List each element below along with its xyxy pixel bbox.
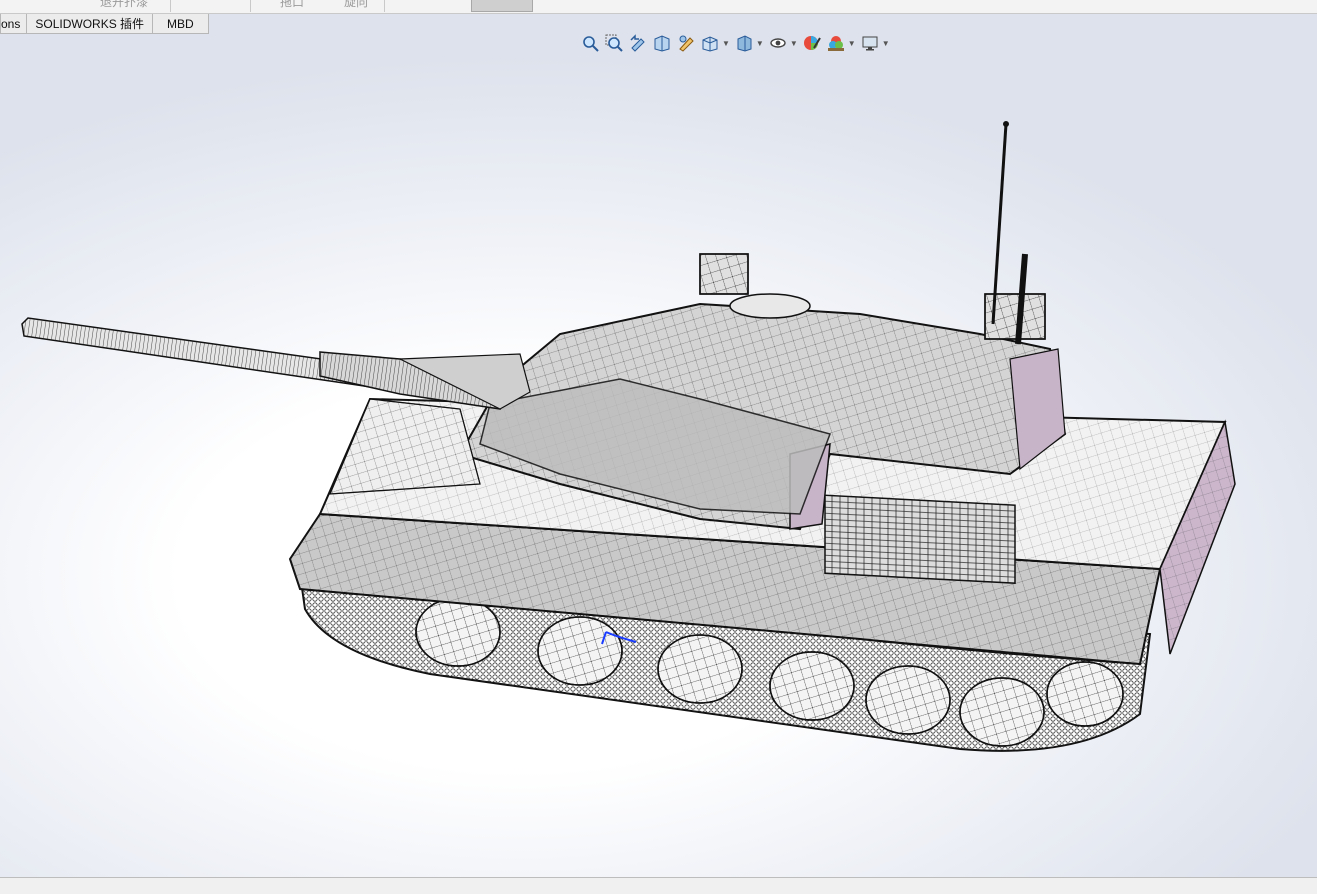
chevron-down-icon[interactable]: ▼ — [722, 39, 730, 48]
zoom-to-fit-icon[interactable] — [580, 33, 600, 53]
edit-appearance-icon[interactable] — [802, 33, 822, 53]
dynamic-annotation-views-icon[interactable] — [676, 33, 696, 53]
view-orientation-icon[interactable] — [700, 33, 720, 53]
section-view-icon[interactable] — [652, 33, 672, 53]
previous-view-icon[interactable] — [628, 33, 648, 53]
graphics-area[interactable]: ▼ ▼ ▼ ▼ ▼ — [0, 14, 1317, 877]
chevron-down-icon[interactable]: ▼ — [790, 39, 798, 48]
hide-show-items-icon[interactable] — [768, 33, 788, 53]
status-bar — [0, 877, 1317, 894]
heads-up-view-toolbar: ▼ ▼ ▼ ▼ ▼ — [580, 33, 894, 53]
strip-separator — [250, 0, 251, 12]
display-style-icon[interactable] — [734, 33, 754, 53]
strip-separator — [384, 0, 385, 12]
tab-add-ins[interactable]: ons — [0, 14, 28, 34]
strip-item-1[interactable]: 退开扑漆 — [100, 0, 148, 10]
front-glacis[interactable] — [329, 398, 481, 495]
apply-scene-icon[interactable] — [826, 33, 846, 53]
zoom-to-area-icon[interactable] — [604, 33, 624, 53]
command-manager-strip: 退开扑漆 拖口 旋向 — [0, 0, 1317, 14]
tab-mbd[interactable]: MBD — [152, 14, 209, 34]
engine-grill[interactable] — [824, 494, 1016, 584]
command-manager-tabs: ons SOLIDWORKS 插件 MBD — [0, 14, 209, 35]
strip-separator — [170, 0, 171, 12]
chevron-down-icon[interactable]: ▼ — [756, 39, 764, 48]
view-settings-icon[interactable] — [860, 33, 880, 53]
tab-solidworks-plugins[interactable]: SOLIDWORKS 插件 — [26, 14, 154, 34]
strip-item-2[interactable]: 拖口 — [280, 0, 304, 10]
chevron-down-icon[interactable]: ▼ — [882, 39, 890, 48]
strip-active-button[interactable] — [471, 0, 533, 12]
chevron-down-icon[interactable]: ▼ — [848, 39, 856, 48]
main-gun-barrel[interactable] — [21, 317, 531, 410]
strip-item-3[interactable]: 旋向 — [344, 0, 368, 10]
tank-model[interactable] — [0, 14, 1317, 877]
